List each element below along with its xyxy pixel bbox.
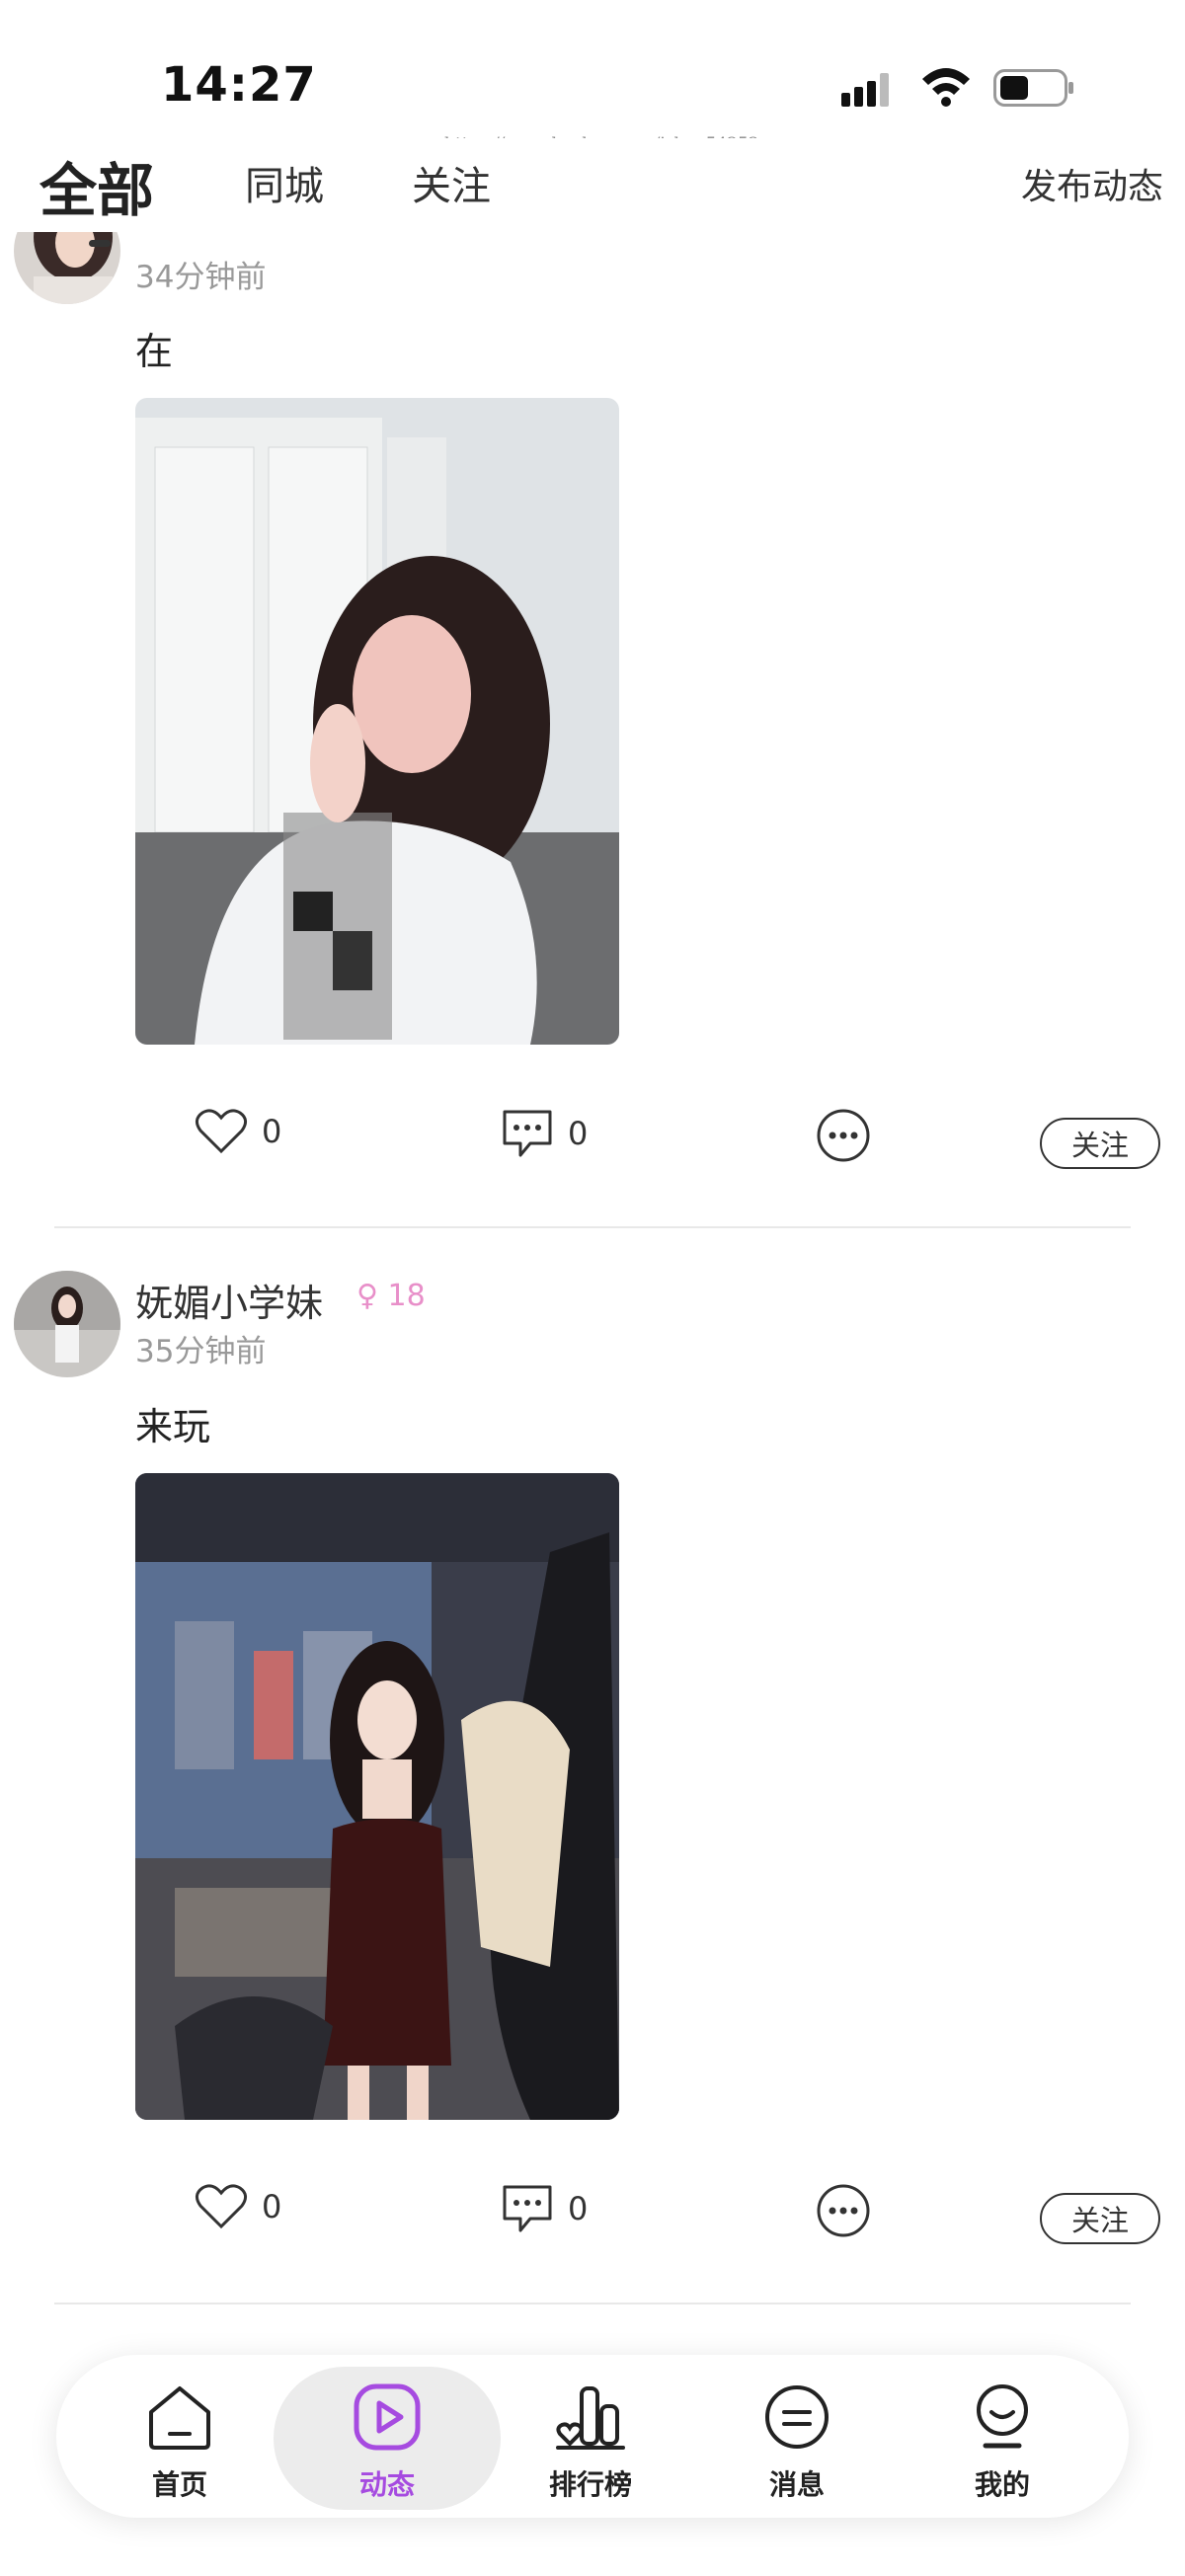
follow-button[interactable]: 关注 — [1040, 2193, 1160, 2244]
ranking-icon — [556, 2386, 625, 2450]
post-actions: 0 0 — [0, 1108, 1185, 1187]
tab-profile[interactable]: 我的 — [923, 2355, 1081, 2518]
heart-icon — [196, 1109, 247, 1154]
comment-button[interactable]: 0 — [501, 2183, 588, 2234]
battery-icon — [993, 69, 1073, 107]
follow-button[interactable]: 关注 — [1040, 1118, 1160, 1169]
post-content: 在 — [135, 330, 174, 373]
bottom-tab-bar: 首页 动态 排行榜 消息 我的 — [56, 2355, 1129, 2518]
more-icon — [817, 2184, 870, 2237]
comment-icon — [503, 1110, 552, 1157]
comment-count: 0 — [568, 2190, 589, 2227]
post-content: 来玩 — [135, 1405, 211, 1448]
feed-page: 14:27 https://www.huzhan.com/ishop54252 … — [0, 0, 1185, 2576]
status-time: 14:27 — [161, 57, 317, 113]
profile-icon — [977, 2384, 1028, 2449]
like-count: 0 — [262, 1113, 282, 1150]
comment-button[interactable]: 0 — [501, 1108, 588, 1159]
publish-post-button[interactable]: 发布动态 — [1021, 158, 1163, 209]
tab-following[interactable]: 关注 — [412, 154, 491, 211]
tab-messages-label: 消息 — [768, 2468, 825, 2501]
heart-icon — [196, 2184, 247, 2229]
tab-home-label: 首页 — [151, 2468, 207, 2501]
tab-moments-label: 动态 — [358, 2468, 415, 2501]
post-time: 34分钟前 — [135, 260, 267, 295]
post-actions: 0 0 — [0, 2183, 1185, 2262]
username[interactable]: 妩媚小学妹 — [135, 1273, 323, 1327]
tab-profile-label: 我的 — [974, 2468, 1030, 2501]
tab-home[interactable]: 首页 — [101, 2355, 259, 2518]
tab-ranking-label: 排行榜 — [548, 2468, 632, 2501]
more-icon — [817, 1109, 870, 1162]
like-button[interactable]: 0 — [195, 1108, 281, 1155]
gender-age-badge: ♀ 18 — [356, 1279, 426, 1313]
post-time: 35分钟前 — [135, 1334, 267, 1369]
avatar[interactable] — [14, 1271, 120, 1377]
status-bar: 14:27 — [0, 0, 1185, 138]
comment-count: 0 — [568, 1115, 589, 1152]
post-photo[interactable] — [135, 1473, 619, 2120]
like-count: 0 — [262, 2188, 282, 2225]
more-options-button[interactable] — [816, 1108, 871, 1163]
post-photo[interactable] — [135, 398, 619, 1045]
tab-same-city[interactable]: 同城 — [245, 154, 324, 211]
tab-moments[interactable]: 动态 — [308, 2355, 466, 2518]
more-options-button[interactable] — [816, 2183, 871, 2238]
divider — [54, 2303, 1131, 2304]
tab-messages[interactable]: 消息 — [718, 2355, 876, 2518]
home-icon — [149, 2386, 210, 2450]
message-icon — [765, 2385, 829, 2449]
like-button[interactable]: 0 — [195, 2183, 281, 2230]
tab-ranking[interactable]: 排行榜 — [512, 2355, 670, 2518]
top-nav: 全部 同城 关注 发布动态 — [0, 138, 1185, 247]
cellular-signal-icon — [841, 73, 889, 107]
play-icon — [354, 2383, 421, 2451]
tab-all[interactable]: 全部 — [40, 144, 154, 247]
wifi-icon — [922, 68, 970, 107]
divider — [54, 1226, 1131, 1228]
comment-icon — [503, 2185, 552, 2232]
